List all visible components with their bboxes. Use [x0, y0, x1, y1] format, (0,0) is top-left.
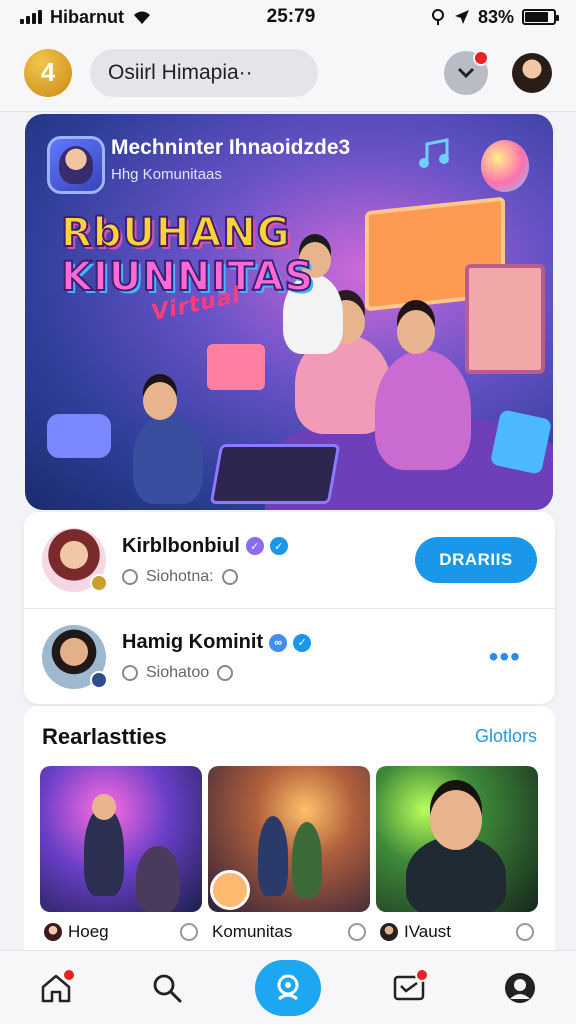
chevron-down-icon [457, 67, 475, 78]
search-text: Osiirl Himapia·· [108, 60, 253, 84]
hero-title: Mechninter Ihnaoidzde3 [111, 136, 351, 159]
hero-banner[interactable]: Mechninter Ihnaoidzde3 Hhg Komunitaas Rb… [25, 114, 553, 510]
wifi-icon [134, 11, 150, 24]
card-thumbnail [40, 766, 202, 912]
card-caption: Komunitas [212, 922, 293, 941]
dancer-figure [136, 846, 180, 912]
content-card[interactable]: Hoeg [40, 766, 202, 956]
online-badge [90, 670, 108, 689]
follow-button[interactable]: DRARIIS [415, 537, 537, 583]
recommendations-section: Rearlastties Glotlors Hoeg Komunitas IVa… [24, 706, 555, 956]
user-avatar[interactable] [512, 52, 552, 93]
balloon-graphic [481, 140, 529, 192]
cube-left [47, 414, 111, 458]
boy-playing [133, 414, 203, 504]
content-card[interactable]: IVaust [376, 766, 538, 956]
music-note-icon [419, 138, 449, 168]
status-bar: Hibarnut 25:79 83% [0, 0, 576, 34]
search-bar[interactable]: Osiirl Himapia·· [90, 48, 318, 97]
profile-icon [505, 972, 536, 1003]
app-header: 4 Osiirl Himapia·· [0, 34, 576, 112]
person-head [430, 790, 482, 850]
clock: 25:79 [266, 6, 316, 27]
profile-avatar[interactable] [42, 624, 108, 689]
like-icon[interactable] [348, 923, 366, 941]
author-avatar [44, 923, 62, 941]
profile-row[interactable]: Kirblbonbiul ✓ ✓ Siohotna: DRARIIS [24, 512, 555, 608]
profile-meta: Siohotna: [146, 567, 214, 585]
hero-headline-1: RbUHANG [60, 209, 291, 257]
box-graphic [207, 344, 265, 390]
person-head [143, 382, 177, 420]
content-card[interactable]: Komunitas [208, 766, 370, 956]
like-icon[interactable] [180, 923, 198, 941]
profile-meta: Siohatoo [146, 664, 210, 681]
like-icon[interactable] [516, 923, 534, 941]
battery-percent: 83% [477, 6, 514, 27]
community-badge-icon [47, 136, 105, 194]
hero-subtitle: Hhg Komunitaas [111, 166, 222, 183]
person-figure [258, 816, 288, 896]
community-icon [277, 974, 299, 1000]
app-logo[interactable]: 4 [24, 48, 72, 97]
screen-graphic [465, 264, 545, 374]
navigation-arrow-icon [454, 10, 469, 24]
author-avatar [380, 923, 398, 941]
status-icon [122, 568, 138, 585]
person-figure [292, 822, 322, 898]
notification-dot [473, 49, 489, 66]
see-all-link[interactable]: Glotlors [475, 726, 537, 747]
person-head [397, 310, 435, 354]
console-graphic [209, 444, 341, 504]
more-options-button[interactable]: ••• [489, 642, 521, 671]
carrier-label: Hibarnut [50, 6, 124, 27]
nav-messages[interactable] [385, 964, 433, 1012]
online-badge [90, 574, 108, 592]
card-thumbnail [208, 766, 370, 912]
signal-icon [20, 10, 42, 24]
section-title: Rearlastties [42, 724, 167, 749]
bottom-navigation [0, 950, 576, 1024]
profile-row[interactable]: Hamig Kominit ∞ ✓ Siohatoo ••• [24, 608, 555, 704]
card-caption: IVaust [404, 922, 451, 941]
location-icon [431, 9, 444, 25]
profile-name: Hamig Kominit [122, 631, 264, 653]
verified-icon: ✓ [293, 633, 312, 652]
card-caption: Hoeg [68, 922, 109, 941]
notifications-button[interactable] [444, 49, 489, 95]
nav-profile[interactable] [496, 964, 544, 1012]
card-thumbnail [376, 766, 538, 912]
person-head [92, 794, 116, 820]
clock-icon [221, 568, 238, 585]
notification-dot [61, 967, 76, 982]
nav-search[interactable] [143, 964, 191, 1012]
battery-icon [521, 9, 559, 25]
link-badge-icon: ∞ [269, 633, 288, 652]
status-icon [122, 665, 138, 681]
profile-name: Kirblbonbiul [122, 534, 240, 557]
notification-dot [414, 967, 429, 982]
avatar-overlay [210, 870, 250, 910]
profiles-card: Kirblbonbiul ✓ ✓ Siohotna: DRARIIS Hamig… [24, 512, 555, 704]
profile-avatar[interactable] [42, 528, 108, 592]
purple-badge-icon: ✓ [245, 537, 264, 555]
clock-icon [217, 665, 234, 681]
search-icon [153, 974, 182, 1002]
verified-icon: ✓ [269, 537, 288, 555]
person-sitting-2 [375, 350, 471, 470]
nav-community[interactable] [254, 959, 321, 1016]
nav-home[interactable] [32, 964, 80, 1012]
